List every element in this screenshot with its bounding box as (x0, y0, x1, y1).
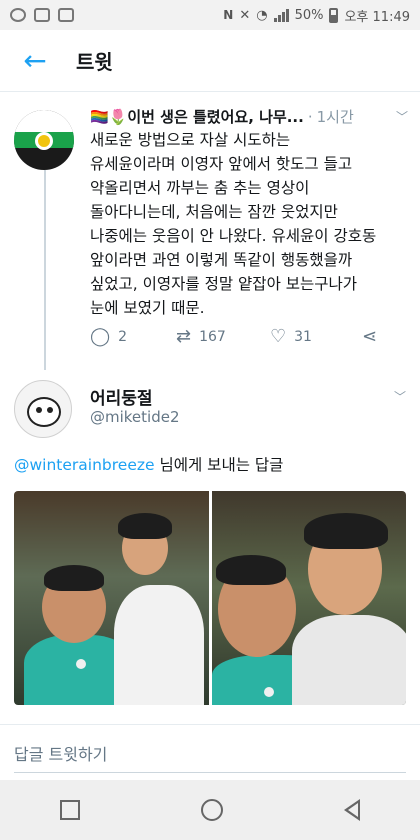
mention-link[interactable]: @winterainbreeze (14, 456, 155, 474)
display-name[interactable]: 어리둥절 (90, 384, 153, 409)
divider (0, 724, 420, 725)
retweet-icon[interactable]: ⇄ (176, 326, 191, 347)
app-header: ← 트윗 (0, 30, 420, 92)
tweet-media[interactable] (14, 491, 406, 705)
tweet-photo[interactable] (14, 491, 209, 705)
share-button[interactable]: ⋖ (362, 326, 377, 347)
replying-to-label: 님에게 보내는 답글 (154, 456, 284, 474)
reply-button[interactable]: ◯ 2 (90, 326, 176, 347)
reply-input-underline (14, 772, 406, 773)
battery-percent: 50% (294, 7, 324, 23)
separator: · (307, 107, 313, 126)
home-icon[interactable] (200, 799, 223, 821)
recent-apps-icon[interactable] (60, 800, 81, 820)
tweet-header: 🏳️‍🌈🌷이번 생은 틀렸어요, 나무... · 1시간 ﹀ (90, 106, 408, 127)
like-button[interactable]: ♡ 31 (270, 326, 362, 347)
reply-input[interactable]: 답글 트윗하기 (14, 741, 107, 765)
share-icon[interactable]: ⋖ (362, 326, 377, 347)
gallery-icon (58, 8, 74, 22)
user-handle[interactable]: @miketide2 (90, 408, 180, 426)
signal-icon (273, 8, 289, 22)
notification-icon (10, 8, 26, 22)
arrow-left-icon[interactable]: ← (23, 44, 46, 77)
replying-to: @winterainbreeze 님에게 보내는 답글 (14, 453, 283, 475)
tweet-text: 새로운 방법으로 자살 시도하는 유세윤이라며 이영자 앞에서 핫도그 들고 약… (90, 131, 377, 317)
display-name[interactable]: 🏳️‍🌈🌷이번 생은 틀렸어요, 나무... (90, 106, 304, 127)
retweet-count: 167 (199, 328, 226, 345)
reply-count: 2 (118, 328, 128, 345)
chevron-down-icon[interactable]: ﹀ (396, 108, 408, 125)
avatar[interactable] (14, 380, 72, 438)
thread-connector (44, 170, 46, 370)
battery-icon (329, 7, 339, 23)
retweet-button[interactable]: ⇄ 167 (176, 326, 270, 347)
tweet-actions: ◯ 2 ⇄ 167 ♡ 31 ⋖ (90, 326, 377, 347)
tweet-photo[interactable] (211, 491, 406, 705)
nfc-icon: N (223, 8, 234, 22)
heart-icon[interactable]: ♡ (270, 326, 286, 347)
back-triangle-icon[interactable] (343, 799, 360, 821)
status-bar: N ✕ ◔ 50% 오후 11:49 (0, 0, 420, 30)
chevron-down-icon[interactable]: ﹀ (394, 388, 406, 405)
reply-icon[interactable]: ◯ (90, 326, 110, 347)
avatar[interactable] (14, 110, 74, 170)
back-button[interactable]: ← (0, 30, 70, 92)
tweet-time[interactable]: 1시간 (317, 106, 354, 127)
like-count: 31 (294, 328, 312, 345)
image-icon (34, 8, 50, 22)
mute-icon: ✕ (239, 7, 251, 23)
status-notification-icons (10, 8, 74, 22)
system-nav-bar (0, 780, 420, 840)
page-title: 트윗 (76, 50, 113, 74)
clock: 오후 11:49 (344, 9, 410, 25)
wifi-icon: ◔ (256, 7, 268, 23)
